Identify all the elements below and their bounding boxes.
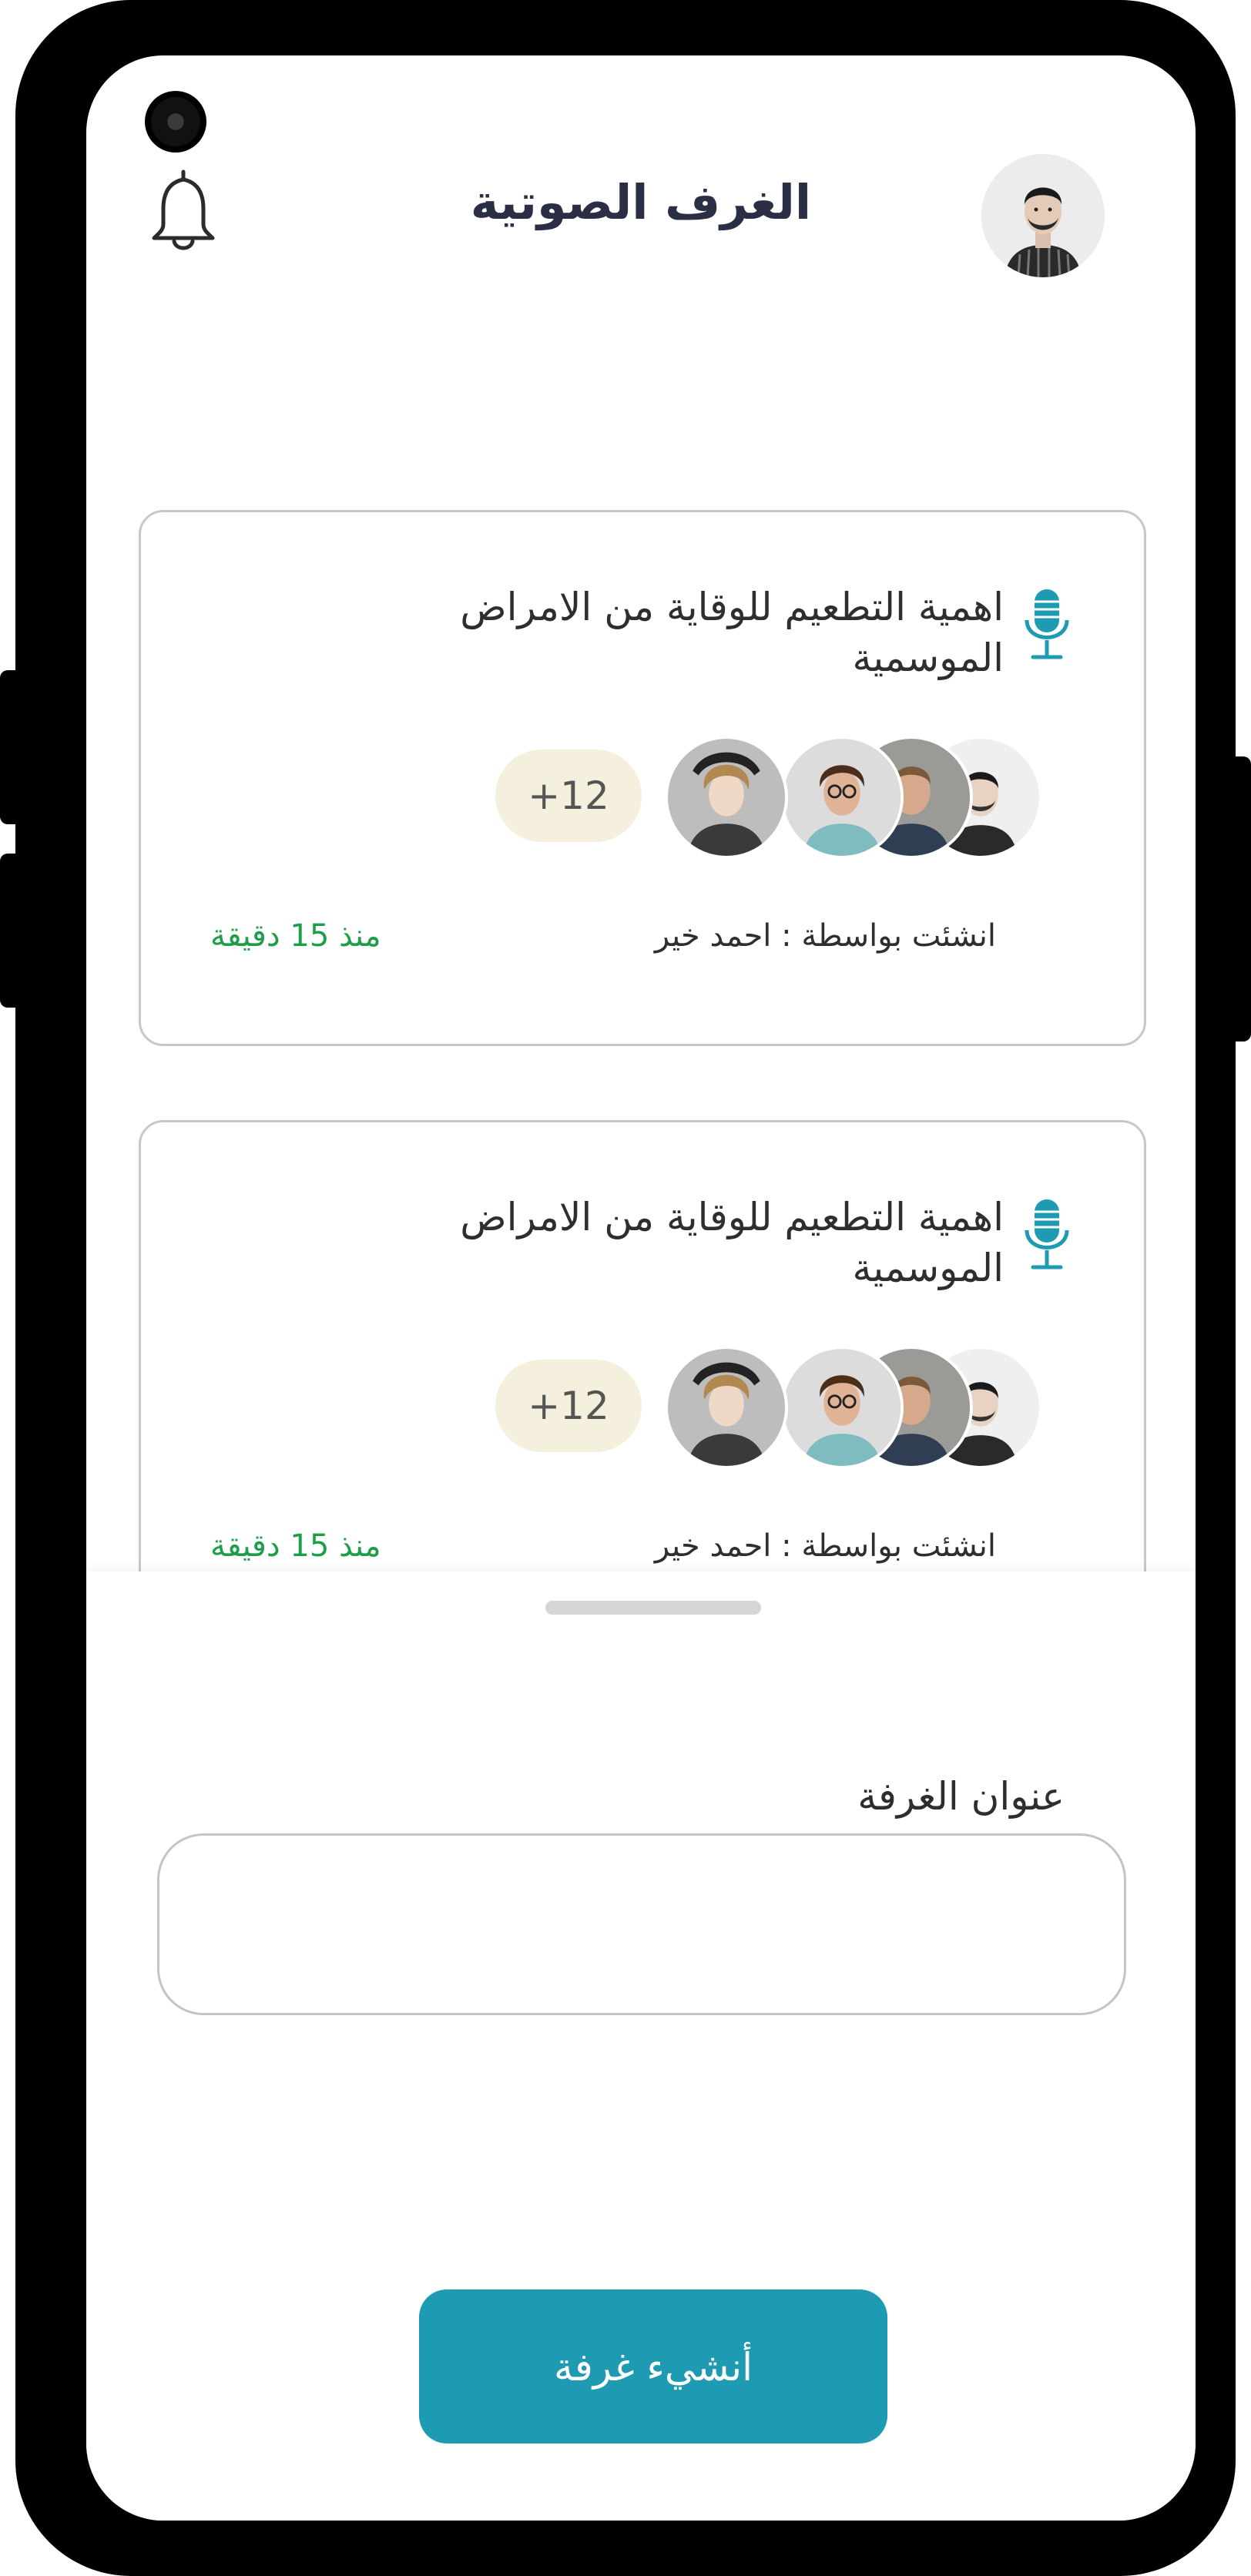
- create-room-button[interactable]: أنشيء غرفة: [419, 2289, 887, 2444]
- app-screen: الغرف الصوتية اهمية التطعيم للوقاية من ا…: [86, 55, 1196, 2521]
- extra-participants-badge: +12: [495, 1360, 642, 1452]
- room-card[interactable]: اهمية التطعيم للوقاية من الامراض الموسمي…: [139, 510, 1146, 1046]
- participant-avatars: [665, 1346, 1042, 1469]
- bell-icon[interactable]: [145, 167, 222, 260]
- participant-avatars: [665, 736, 1042, 859]
- room-title-label: عنوان الغرفة: [857, 1774, 1065, 1819]
- time-ago: منذ 15 دقيقة: [210, 918, 381, 954]
- create-room-sheet: عنوان الغرفة أنشيء غرفة: [86, 1571, 1196, 2521]
- participant-avatar: [780, 1346, 904, 1469]
- created-by-label: انشئت بواسطة : احمد خير: [654, 918, 996, 954]
- sheet-drag-handle[interactable]: [545, 1601, 761, 1615]
- microphone-icon: [1019, 1196, 1075, 1273]
- extra-participants-badge: +12: [495, 750, 642, 842]
- participant-avatar: [665, 1346, 788, 1469]
- time-ago: منذ 15 دقيقة: [210, 1528, 381, 1564]
- created-by-label: انشئت بواسطة : احمد خير: [654, 1528, 996, 1564]
- user-avatar[interactable]: [981, 154, 1105, 277]
- front-camera: [145, 91, 206, 153]
- room-title: اهمية التطعيم للوقاية من الامراض الموسمي…: [460, 1195, 1004, 1290]
- room-title: اهمية التطعيم للوقاية من الامراض الموسمي…: [460, 585, 1004, 680]
- room-title-input[interactable]: [157, 1833, 1126, 2015]
- participant-avatar: [780, 736, 904, 859]
- microphone-icon: [1019, 586, 1075, 663]
- participant-avatar: [665, 736, 788, 859]
- phone-body: الغرف الصوتية اهمية التطعيم للوقاية من ا…: [15, 0, 1236, 2576]
- page-title: الغرف الصوتية: [470, 174, 812, 230]
